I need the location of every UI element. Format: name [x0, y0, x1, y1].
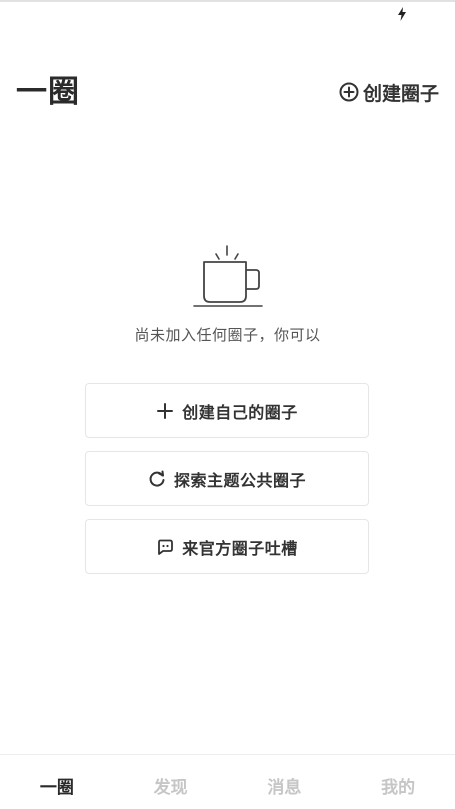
tab-messages-label: 消息	[267, 778, 302, 798]
create-circle-label: 创建圈子	[362, 82, 439, 105]
lightning-bolt-icon	[398, 7, 406, 21]
tab-circle-label: 一圈	[39, 778, 74, 798]
tab-circle[interactable]: 一圈	[0, 755, 114, 809]
page-title: 一圈	[16, 74, 80, 110]
status-bar	[0, 2, 455, 24]
create-own-circle-button[interactable]: 创建自己的圈子	[85, 383, 369, 438]
header: 一圈 创建圈子	[0, 70, 455, 114]
create-circle-button[interactable]: 创建圈子	[339, 78, 439, 106]
empty-state-text: 尚未加入任何圈子，你可以	[134, 326, 321, 344]
explore-public-circles-label: 探索主题公共圈子	[173, 470, 306, 490]
tab-discover-label: 发现	[153, 778, 188, 798]
tab-messages[interactable]: 消息	[228, 755, 342, 809]
bottom-tab-bar: 一圈 发现 消息 我的	[0, 754, 455, 809]
refresh-icon	[149, 470, 165, 487]
tab-discover[interactable]: 发现	[114, 755, 228, 809]
plus-icon	[157, 402, 174, 419]
explore-public-circles-button[interactable]: 探索主题公共圈子	[85, 451, 369, 506]
official-feedback-circle-button[interactable]: 来官方圈子吐槽	[85, 519, 369, 574]
tab-profile[interactable]: 我的	[341, 755, 455, 809]
official-feedback-circle-label: 来官方圈子吐槽	[182, 538, 298, 558]
plus-circle-icon	[339, 82, 359, 102]
tab-profile-label: 我的	[381, 778, 416, 798]
chat-bubble-icon	[158, 539, 174, 555]
create-own-circle-label: 创建自己的圈子	[182, 402, 298, 422]
coffee-cup-icon	[193, 245, 263, 307]
